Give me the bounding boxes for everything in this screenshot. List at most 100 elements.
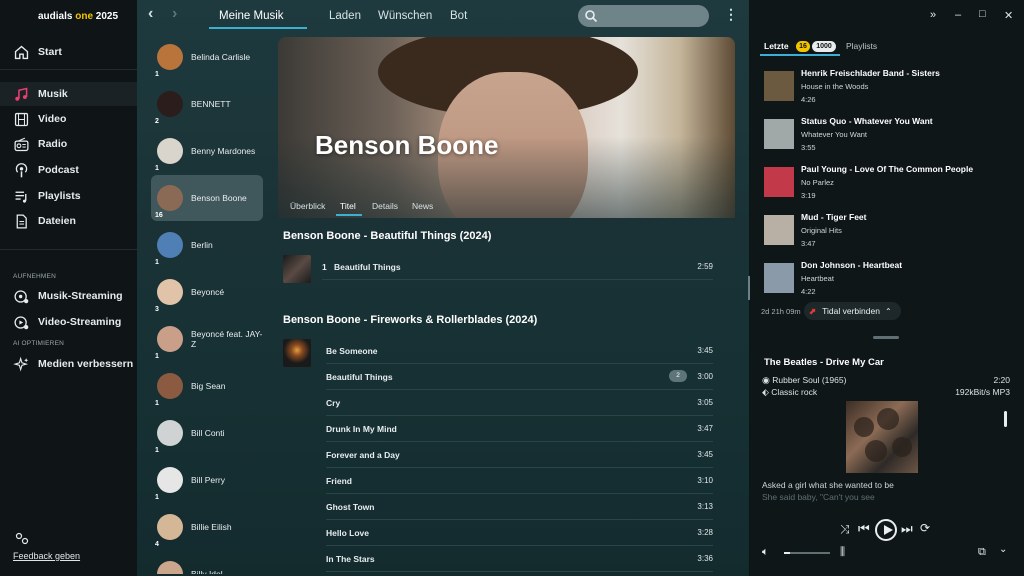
subtab-news[interactable]: News [412,201,433,211]
nav-item-playlists[interactable]: Playlists [0,184,137,208]
tab-bot[interactable]: Bot [450,10,467,22]
podcast-icon [15,162,28,177]
volume-slider[interactable] [784,552,830,554]
subtab-titel[interactable]: Titel [340,201,356,211]
nav-item-musik-streaming[interactable]: Musik-Streaming [0,284,137,308]
track-row[interactable]: Hello Love 3:28 [326,520,713,546]
search-input[interactable] [578,5,709,27]
nav-item-podcast[interactable]: Podcast [0,158,137,182]
back-arrow-icon[interactable]: ‹ [148,5,153,23]
artist-item[interactable]: Belinda Carlisle 1 [151,34,263,80]
recent-item[interactable]: Mud - Tiger Feet Original Hits 3:47 [764,212,1014,256]
recent-title: Don Johnson - Heartbeat [801,260,903,270]
more-menu-icon[interactable]: ⋮ [724,6,738,23]
minimize-icon[interactable]: – [955,9,961,21]
artist-name-label: Benny Mardones [191,146,256,156]
artist-item[interactable]: Big Sean 1 [151,363,263,409]
collapse-player-icon[interactable]: ⌄ [999,544,1007,555]
nav-label-start: Start [38,46,62,58]
track-row[interactable]: Drunk In My Mind 3:47 [326,416,713,442]
recent-item[interactable]: Henrik Freischlader Band - Sisters House … [764,68,1014,112]
album-cover [283,339,311,367]
recent-album: House in the Woods [801,82,869,91]
track-title: Ghost Town [326,502,375,512]
collapse-panel-icon[interactable]: » [930,9,936,21]
recent-cover [764,71,794,101]
artist-item[interactable]: Billy Idol [151,551,263,574]
artist-item[interactable]: Bill Conti 1 [151,410,263,456]
play-button[interactable] [875,519,897,541]
equalizer-icon[interactable]: ⫼ [840,546,845,559]
track-row[interactable]: Cry 3:05 [326,390,713,416]
nav-item-musik[interactable]: Musik [0,82,137,106]
tab-playlists[interactable]: Playlists [846,41,877,51]
artist-item[interactable]: Berlin 1 [151,222,263,268]
artist-hero-image [278,37,735,218]
artist-list[interactable]: Belinda Carlisle 1 BENNETT 2 Benny Mardones 1… [147,34,273,574]
lyrics-scrollbar[interactable] [1004,411,1007,427]
artist-track-count: 1 [155,400,159,407]
artist-item[interactable]: BENNETT 2 [151,81,263,127]
artist-item[interactable]: Benson Boone 16 [151,175,263,221]
nav-item-radio[interactable]: Radio [0,132,137,156]
artist-name-label: Benson Boone [191,193,247,203]
recent-item[interactable]: Status Quo - Whatever You Want Whatever Y… [764,116,1014,160]
avatar [157,561,183,574]
artist-item[interactable]: Beyoncé feat. JAY-Z 1 [151,316,263,362]
recent-album: Original Hits [801,226,842,235]
recent-title: Henrik Freischlader Band - Sisters [801,68,940,78]
track-row[interactable]: Forever and a Day 3:45 [326,442,713,468]
track-title: Forever and a Day [326,450,400,460]
artist-item[interactable]: Billie Eilish 4 [151,504,263,550]
nav-label-musik-streaming: Musik-Streaming [38,290,123,302]
nav-item-video-streaming[interactable]: Video-Streaming [0,310,137,334]
version-badge[interactable]: 2 [669,370,687,382]
artist-name-label: Billy Idol [191,569,223,574]
subtab-ueberblick[interactable]: Überblick [290,201,325,211]
tidal-label: Tidal verbinden [822,306,880,316]
next-icon[interactable]: ⏭ [901,521,913,537]
nav-item-start[interactable]: Start [0,40,137,64]
playback-position: 2:20 [993,375,1010,385]
close-icon[interactable]: ✕ [1004,9,1013,22]
shuffle-icon[interactable]: ⤨ [840,522,850,537]
artist-name-label: Bill Conti [191,428,225,438]
tab-wuenschen[interactable]: Wünschen [378,10,432,22]
tidal-connect-button[interactable]: ⬈ Tidal verbinden ⌃ [804,302,901,320]
tab-laden[interactable]: Laden [329,10,361,22]
previous-icon[interactable]: ⏮ [858,521,870,537]
recent-album: Heartbeat [801,274,834,283]
nav-item-video[interactable]: Video [0,107,137,131]
track-row[interactable]: Beautiful Things 3:00 2 [326,364,713,390]
chevron-up-icon: ⌃ [884,306,892,316]
film-icon [14,112,29,126]
forward-arrow-icon[interactable]: › [172,5,177,23]
recent-item[interactable]: Don Johnson - Heartbeat Heartbeat 4:22 [764,260,1014,304]
now-playing-cover [846,401,918,473]
tab-meine-musik[interactable]: Meine Musik [219,10,284,22]
artist-item[interactable]: Beyoncé 3 [151,269,263,315]
avatar [157,185,183,211]
mini-player-icon[interactable]: ⧉ [978,546,986,559]
track-row[interactable]: Friend 3:10 [326,468,713,494]
panel-drag-handle[interactable] [873,336,899,339]
volume-icon[interactable]: 🔈︎ [762,546,769,559]
repeat-icon[interactable]: ⟳ [920,521,930,535]
track-row[interactable]: In The Stars 3:36 [326,546,713,572]
music-streaming-icon [14,289,29,303]
nav-item-medien-verbessern[interactable]: Medien verbessern [0,352,137,376]
artist-item[interactable]: Bill Perry 1 [151,457,263,503]
recent-item[interactable]: Paul Young - Love Of The Common People No… [764,164,1014,208]
track-row[interactable]: Be Someone 3:45 [326,338,713,364]
track-row[interactable]: 1 Beautiful Things 2:59 [322,254,713,280]
track-row[interactable]: Ghost Town 3:13 [326,494,713,520]
tab-letzte[interactable]: Letzte [764,41,789,51]
avatar [157,44,183,70]
feedback-link[interactable]: Feedback geben [13,551,80,561]
nav-item-dateien[interactable]: Dateien [0,209,137,233]
artist-item[interactable]: Benny Mardones 1 [151,128,263,174]
subtab-details[interactable]: Details [372,201,398,211]
splitter-handle[interactable] [748,276,750,300]
disc-icon: ◉ [762,375,770,385]
maximize-icon[interactable]: □ [979,8,986,20]
